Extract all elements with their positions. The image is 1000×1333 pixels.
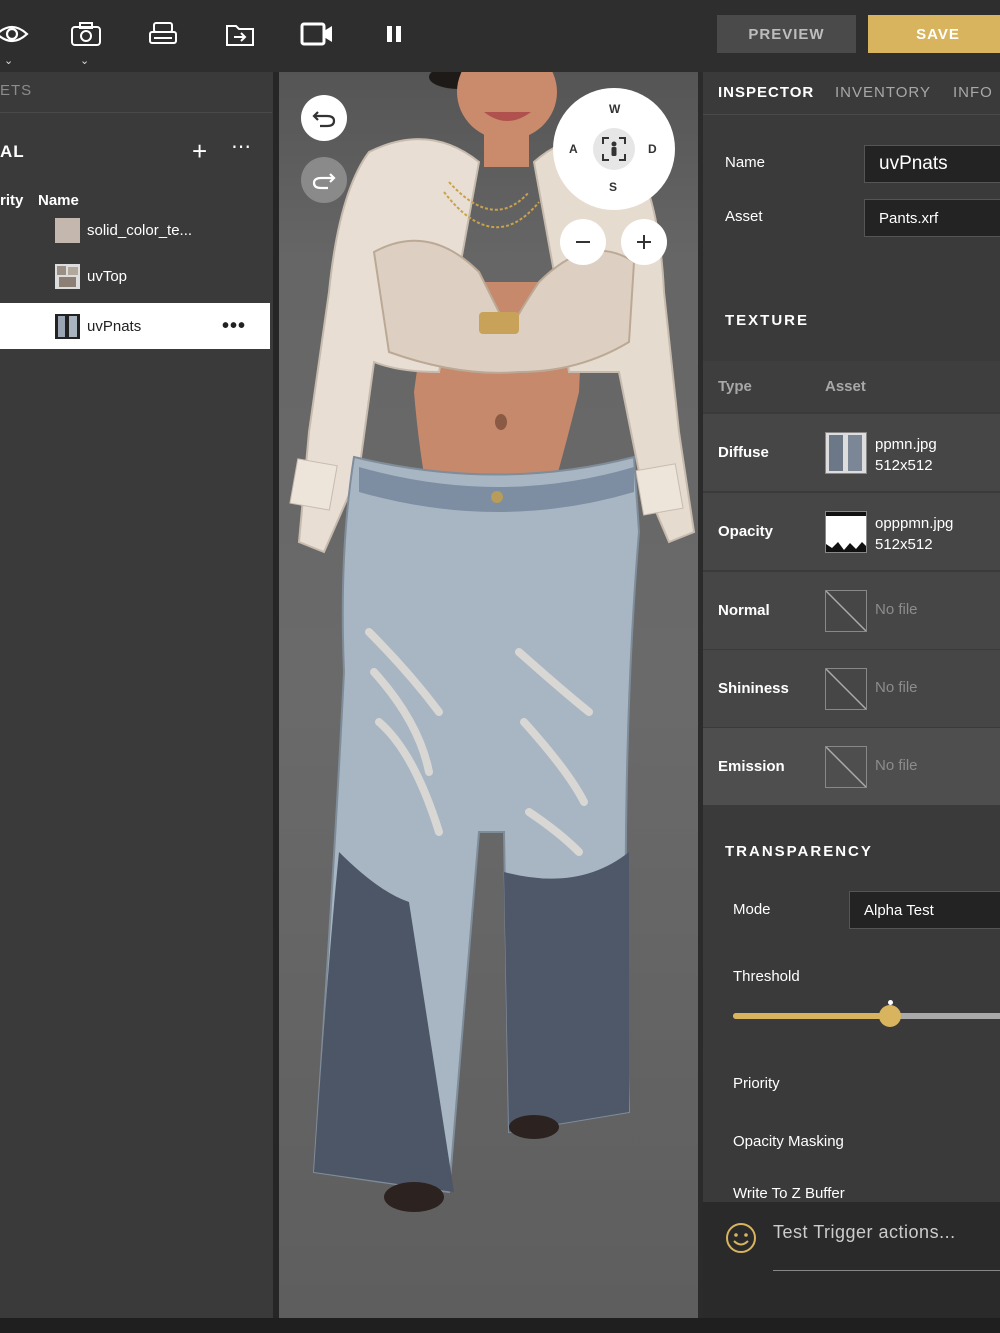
- empty-texture-icon[interactable]: [825, 668, 867, 710]
- material-thumbnail: [55, 263, 80, 289]
- chevron-down-icon[interactable]: ⌄: [4, 54, 13, 67]
- undo-button[interactable]: [301, 95, 347, 141]
- panel-title: AL: [0, 142, 25, 161]
- name-field[interactable]: uvPnats: [864, 145, 1000, 183]
- asset-field-value: Pants.xrf: [879, 209, 939, 227]
- material-row[interactable]: uvTop: [0, 253, 270, 299]
- save-button[interactable]: SAVE: [868, 15, 1000, 53]
- pause-icon[interactable]: [374, 14, 414, 54]
- zoom-in-button[interactable]: [621, 219, 667, 265]
- texture-no-file: No file: [875, 601, 918, 618]
- more-icon[interactable]: •••: [222, 315, 246, 338]
- empty-texture-icon[interactable]: [825, 590, 867, 632]
- texture-file-name: ppmn.jpg: [875, 436, 937, 453]
- empty-texture-icon[interactable]: [825, 746, 867, 788]
- printer-icon[interactable]: [143, 14, 183, 54]
- chat-input[interactable]: Test Trigger actions...: [773, 1222, 956, 1243]
- more-icon[interactable]: ⋯: [231, 134, 252, 159]
- video-icon[interactable]: [297, 14, 337, 54]
- threshold-slider[interactable]: [733, 1000, 1000, 1027]
- inspector-panel: INSPECTOR INVENTORY INFO Name uvPnats As…: [703, 72, 1000, 1318]
- tab-info[interactable]: INFO: [953, 84, 993, 101]
- texture-file-info: opppmn.jpg 512x512: [875, 513, 953, 555]
- 3d-viewport[interactable]: W A S D: [279, 72, 698, 1318]
- bottom-bar: [0, 1318, 1000, 1333]
- zoom-out-button[interactable]: [560, 219, 606, 265]
- texture-col-asset: Asset: [825, 378, 866, 395]
- mode-select-value: Alpha Test: [864, 901, 934, 919]
- nav-back-label[interactable]: S: [609, 180, 617, 194]
- write-z-buffer-label: Write To Z Buffer: [733, 1185, 845, 1202]
- eye-icon[interactable]: [0, 14, 32, 54]
- divider: [0, 112, 272, 113]
- chat-input-underline: [773, 1270, 1000, 1271]
- priority-label: Priority: [733, 1075, 780, 1092]
- texture-col-type: Type: [718, 378, 752, 395]
- name-field-value: uvPnats: [879, 153, 948, 174]
- texture-type: Normal: [718, 602, 770, 619]
- asset-field[interactable]: Pants.xrf: [864, 199, 1000, 237]
- add-icon[interactable]: +: [192, 136, 207, 167]
- mode-label: Mode: [733, 901, 771, 918]
- texture-file-name: opppmn.jpg: [875, 515, 954, 532]
- nav-left-label[interactable]: A: [569, 142, 578, 156]
- texture-section-title: TEXTURE: [725, 312, 810, 329]
- threshold-slider-fill: [733, 1013, 890, 1019]
- material-row[interactable]: solid_color_te...: [0, 207, 270, 253]
- texture-header-row: Type Asset: [703, 360, 1000, 412]
- texture-no-file: No file: [875, 679, 918, 696]
- divider: [703, 114, 1000, 115]
- threshold-slider-handle[interactable]: [879, 1005, 901, 1027]
- chevron-down-icon[interactable]: ⌄: [80, 54, 89, 67]
- material-thumbnail: [55, 217, 80, 243]
- preview-button[interactable]: PREVIEW: [717, 15, 856, 53]
- mode-select[interactable]: Alpha Test: [849, 891, 1000, 929]
- texture-row-shininess[interactable]: Shininess No file: [703, 649, 1000, 727]
- asset-label: Asset: [725, 208, 763, 225]
- texture-row-normal[interactable]: Normal No file: [703, 571, 1000, 649]
- transparency-section-title: TRANSPARENCY: [725, 843, 873, 860]
- material-thumbnail: [55, 313, 80, 339]
- texture-row-opacity[interactable]: Opacity opppmn.jpg 512x512: [703, 492, 1000, 570]
- texture-row-diffuse[interactable]: Diffuse ppmn.jpg 512x512: [703, 413, 1000, 491]
- nav-forward-label[interactable]: W: [609, 102, 620, 116]
- texture-type: Emission: [718, 758, 785, 775]
- texture-thumbnail[interactable]: [825, 511, 867, 553]
- threshold-label: Threshold: [733, 968, 800, 985]
- texture-file-size: 512x512: [875, 536, 933, 553]
- redo-button[interactable]: [301, 157, 347, 203]
- smiley-icon[interactable]: [725, 1222, 757, 1259]
- texture-file-info: ppmn.jpg 512x512: [875, 434, 937, 476]
- material-row-selected[interactable]: uvPnats •••: [0, 303, 270, 349]
- nav-right-label[interactable]: D: [648, 142, 657, 156]
- materials-panel: ETS AL + ⋯ rity Name solid_color_te... u…: [0, 72, 275, 1318]
- camera-navigation-pad[interactable]: W A S D: [553, 88, 675, 210]
- texture-row-emission[interactable]: Emission No file: [703, 727, 1000, 805]
- texture-type: Shininess: [718, 680, 789, 697]
- texture-file-size: 512x512: [875, 457, 933, 474]
- texture-no-file: No file: [875, 757, 918, 774]
- export-icon[interactable]: [220, 14, 260, 54]
- tab-assets[interactable]: ETS: [0, 82, 32, 99]
- material-name: solid_color_te...: [87, 221, 193, 239]
- camera-icon[interactable]: [66, 14, 106, 54]
- tab-inspector[interactable]: INSPECTOR: [718, 84, 814, 101]
- chat-bar: Test Trigger actions...: [703, 1202, 1000, 1318]
- top-toolbar: ⌄ ⌄ PREVIEW SAVE: [0, 0, 1000, 72]
- material-name: uvTop: [87, 267, 128, 285]
- material-name: uvPnats: [87, 317, 142, 335]
- tab-inventory[interactable]: INVENTORY: [835, 84, 931, 101]
- texture-type: Diffuse: [718, 444, 769, 461]
- texture-type: Opacity: [718, 523, 774, 540]
- focus-avatar-icon[interactable]: [593, 128, 635, 170]
- name-label: Name: [725, 154, 766, 171]
- texture-thumbnail[interactable]: [825, 432, 867, 474]
- opacity-masking-label: Opacity Masking: [733, 1133, 844, 1150]
